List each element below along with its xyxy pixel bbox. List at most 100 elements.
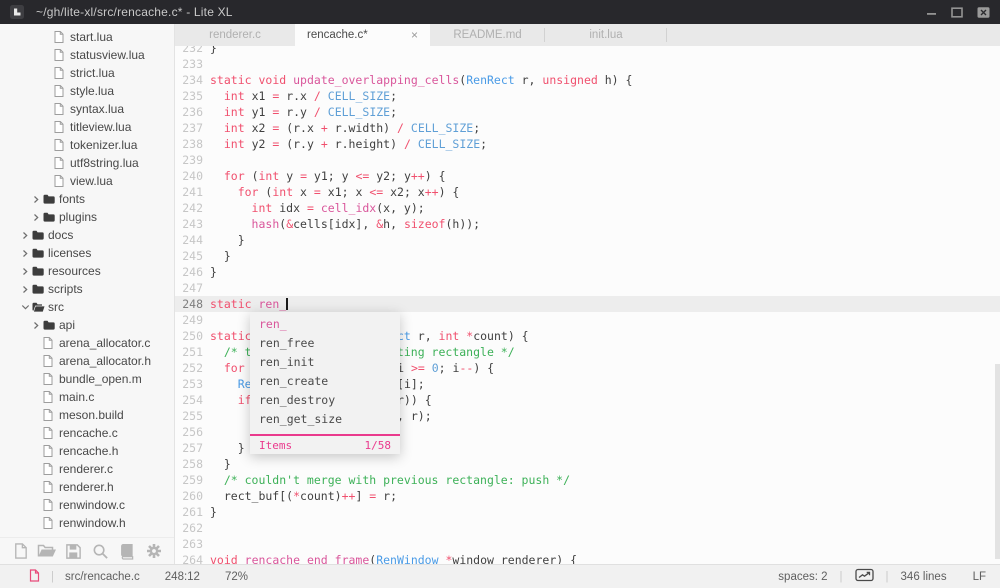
code-line-233[interactable]: 233 (175, 56, 1000, 72)
code-line-243[interactable]: 243 hash(&cells[idx], &h, sizeof(h)); (175, 216, 1000, 232)
code-line-245[interactable]: 245 } (175, 248, 1000, 264)
code-line-235[interactable]: 235 int x1 = r.x / CELL_SIZE; (175, 88, 1000, 104)
tree-item-style-lua[interactable]: style.lua (0, 82, 174, 100)
tree-item-strict-lua[interactable]: strict.lua (0, 64, 174, 82)
chevron-right-icon[interactable] (32, 321, 43, 330)
code-line-237[interactable]: 237 int x2 = (r.x + r.width) / CELL_SIZE… (175, 120, 1000, 136)
chevron-right-icon[interactable] (21, 231, 32, 240)
new-file-icon[interactable] (10, 541, 30, 561)
tree-item-view-lua[interactable]: view.lua (0, 172, 174, 190)
tab-readme-md[interactable]: README.md (430, 24, 545, 46)
status-line-ending[interactable]: LF (973, 571, 986, 583)
code-line-234[interactable]: 234 static void update_overlapping_cells(… (175, 72, 1000, 88)
line-number: 247 (182, 281, 203, 295)
autocomplete-item-ren-destroy[interactable]: ren_destroy (250, 391, 400, 410)
maximize-button[interactable] (950, 6, 964, 18)
tree-item-scripts[interactable]: scripts (0, 280, 174, 298)
code-line-247[interactable]: 247 (175, 280, 1000, 296)
minimize-button[interactable] (924, 6, 938, 18)
tree-item-resources[interactable]: resources (0, 262, 174, 280)
tab-init-lua[interactable]: init.lua (545, 24, 667, 46)
tab-bar: renderer.c rencache.c* × README.md init.lua (175, 24, 1000, 46)
tree-item-statusview-lua[interactable]: statusview.lua (0, 46, 174, 64)
code-line-236[interactable]: 236 int y1 = r.y / CELL_SIZE; (175, 104, 1000, 120)
autocomplete-item-ren-[interactable]: ren_ (250, 315, 400, 334)
line-chart-icon[interactable] (854, 568, 874, 585)
code-line-241[interactable]: 241 for (int x = x1; x <= x2; x++) { (175, 184, 1000, 200)
tree-item-arena-allocator-c[interactable]: arena_allocator.c (0, 334, 174, 352)
status-file-path[interactable]: src/rencache.c (65, 571, 140, 583)
line-number: 246 (182, 265, 203, 279)
close-button[interactable] (976, 6, 990, 18)
code-line-260[interactable]: 260 rect_buf[(*count)++] = r; (175, 488, 1000, 504)
code-line-258[interactable]: 258 } (175, 456, 1000, 472)
chevron-down-icon[interactable] (21, 303, 32, 311)
line-content: int idx = cell_idx(x, y); (251, 201, 425, 215)
tree-item-bundle-open-m[interactable]: bundle_open.m (0, 370, 174, 388)
status-cursor-position[interactable]: 248:12 (165, 571, 200, 583)
chevron-right-icon[interactable] (32, 213, 43, 222)
autocomplete-item-ren-get-size[interactable]: ren_get_size (250, 410, 400, 429)
tree-item-src[interactable]: src (0, 298, 174, 316)
line-number: 234 (182, 73, 203, 87)
tree-item-docs[interactable]: docs (0, 226, 174, 244)
tree-item-plugins[interactable]: plugins (0, 208, 174, 226)
code-editor[interactable]: 232} 233 234 static void update_overlapping… (175, 46, 1000, 564)
code-line-244[interactable]: 244 } (175, 232, 1000, 248)
line-content: for (int x = x1; x <= x2; x++) { (237, 185, 460, 199)
search-icon[interactable] (90, 541, 110, 561)
code-line-246[interactable]: 246} (175, 264, 1000, 280)
book-icon[interactable] (117, 541, 137, 561)
code-line-239[interactable]: 239 (175, 152, 1000, 168)
code-line-261[interactable]: 261} (175, 504, 1000, 520)
line-number: 238 (182, 137, 203, 151)
code-line-240[interactable]: 240 for (int y = y1; y <= y2; y++) { (175, 168, 1000, 184)
save-icon[interactable] (64, 541, 84, 561)
tree-item-licenses[interactable]: licenses (0, 244, 174, 262)
chevron-right-icon[interactable] (21, 285, 32, 294)
line-content: } (210, 265, 217, 279)
tree-item-fonts[interactable]: fonts (0, 190, 174, 208)
tab-close-icon[interactable]: × (411, 29, 418, 41)
tree-item-tokenizer-lua[interactable]: tokenizer.lua (0, 136, 174, 154)
open-folder-icon[interactable] (37, 541, 57, 561)
tree-item-syntax-lua[interactable]: syntax.lua (0, 100, 174, 118)
tree-item-utf8string-lua[interactable]: utf8string.lua (0, 154, 174, 172)
editor-scrollbar[interactable] (995, 364, 1000, 559)
chevron-right-icon[interactable] (21, 267, 32, 276)
status-scroll-percent[interactable]: 72% (225, 571, 248, 583)
status-indent-mode[interactable]: spaces: 2 (778, 571, 827, 583)
tree-item-renwindow-h[interactable]: renwindow.h (0, 514, 174, 532)
tab-rencache-c[interactable]: rencache.c* × (295, 24, 430, 46)
code-line-263[interactable]: 263 (175, 536, 1000, 552)
file-icon (54, 121, 70, 133)
tree-item-main-c[interactable]: main.c (0, 388, 174, 406)
tree-item-renderer-c[interactable]: renderer.c (0, 460, 174, 478)
tree-item-rencache-h[interactable]: rencache.h (0, 442, 174, 460)
code-line-238[interactable]: 238 int y2 = (r.y + r.height) / CELL_SIZ… (175, 136, 1000, 152)
tree-item-titleview-lua[interactable]: titleview.lua (0, 118, 174, 136)
tree-item-start-lua[interactable]: start.lua (0, 28, 174, 46)
code-line-232[interactable]: 232} (175, 46, 1000, 56)
chevron-right-icon[interactable] (32, 195, 43, 204)
autocomplete-item-ren-free[interactable]: ren_free (250, 334, 400, 353)
chevron-right-icon[interactable] (21, 249, 32, 258)
tree-item-meson-build[interactable]: meson.build (0, 406, 174, 424)
status-line-count[interactable]: 346 lines (901, 571, 947, 583)
tree-item-api[interactable]: api (0, 316, 174, 334)
window-controls (924, 6, 990, 18)
code-line-264[interactable]: 264 void rencache_end_frame(RenWindow *wi… (175, 552, 1000, 564)
tree-item-rencache-c[interactable]: rencache.c (0, 424, 174, 442)
tree-item-arena-allocator-h[interactable]: arena_allocator.h (0, 352, 174, 370)
code-line-242[interactable]: 242 int idx = cell_idx(x, y); (175, 200, 1000, 216)
code-line-262[interactable]: 262 (175, 520, 1000, 536)
autocomplete-item-ren-create[interactable]: ren_create (250, 372, 400, 391)
tab-renderer-c[interactable]: renderer.c (175, 24, 295, 46)
code-line-259[interactable]: 259 /* couldn't merge with previous rect… (175, 472, 1000, 488)
settings-icon[interactable] (144, 541, 164, 561)
tree-item-renderer-h[interactable]: renderer.h (0, 478, 174, 496)
autocomplete-item-ren-init[interactable]: ren_init (250, 353, 400, 372)
code-line-248[interactable]: 248 static ren_ (175, 296, 1000, 312)
line-number: 232 (182, 46, 203, 55)
tree-item-renwindow-c[interactable]: renwindow.c (0, 496, 174, 514)
